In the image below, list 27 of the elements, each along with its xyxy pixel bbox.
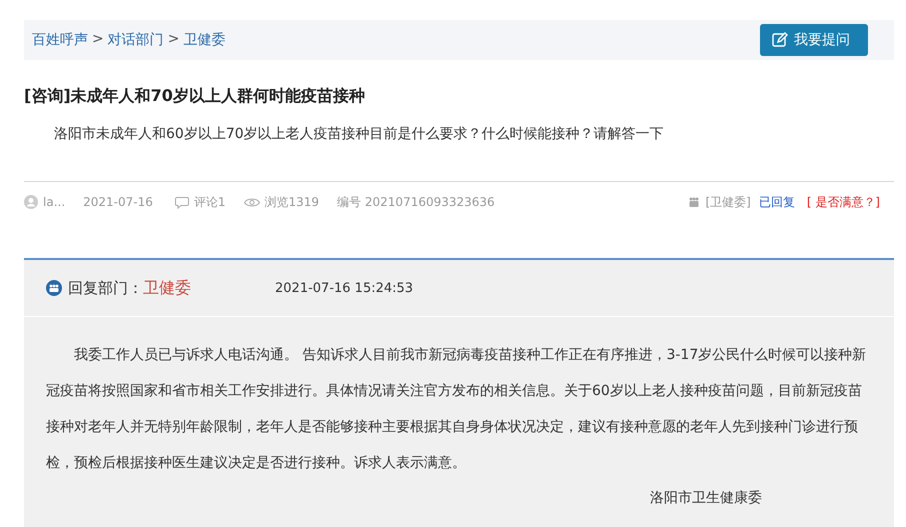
post-date: 2021-07-16: [83, 195, 153, 209]
reply-department: 卫健委: [143, 278, 191, 298]
edit-icon: [772, 32, 788, 48]
view-count: 浏览1319: [264, 194, 320, 210]
breadcrumb-link[interactable]: 百姓呼声: [32, 31, 88, 49]
breadcrumb-separator: >: [92, 31, 104, 49]
reply-time: 2021-07-16 15:24:53: [275, 280, 414, 296]
breadcrumb-separator: >: [168, 31, 180, 49]
reply-signature: 洛阳市卫生健康委: [649, 489, 763, 508]
user-name: la...: [43, 195, 66, 209]
question-number: 编号 20210716093323636: [337, 194, 495, 210]
comment-icon: [174, 196, 189, 208]
reply-status: 已回复: [758, 194, 795, 210]
department-tag: [卫健委]: [705, 194, 751, 210]
eye-icon: [244, 196, 260, 208]
user-icon: [24, 195, 38, 209]
satisfaction-link[interactable]: [ 是否满意？]: [806, 194, 880, 210]
reply-department-label: 回复部门：: [68, 278, 143, 298]
breadcrumb-link[interactable]: 卫健委: [183, 31, 226, 49]
question-title: [咨询]未成年人和70岁以上人群何时能疫苗接种: [24, 86, 366, 107]
question-text: 洛阳市未成年人和60岁以上70岁以上老人疫苗接种目前是什么要求？什么时候能接种？请解答一下: [53, 125, 665, 143]
breadcrumb-link[interactable]: 对话部门: [108, 31, 164, 49]
comment-count: 评论1: [194, 194, 226, 210]
people-icon: [46, 280, 62, 296]
people-icon: [688, 196, 700, 208]
reply-text: 我委工作人员已与诉求人电话沟通。 告知诉求人目前我市新冠病毒疫苗接种工作正在有序推进，3-17岁公民什么时候可以接种新冠疫苗将按照国家和省市相关工作安排进行。具体情况请关注官方发布的相关信息。关于60岁以上老人接种疫苗问题，目前新冠疫苗接种对老年人并无特别年龄限制，老年人是否能够接种主要根据其自身身体状况决定，建议有接种意愿的老年人先到接种门诊进行预检，预检后根据接种医生建议决定是否进行接种。诉求人表示满意。: [45, 346, 868, 473]
ask-question-button[interactable]: 我要提问: [760, 24, 868, 56]
